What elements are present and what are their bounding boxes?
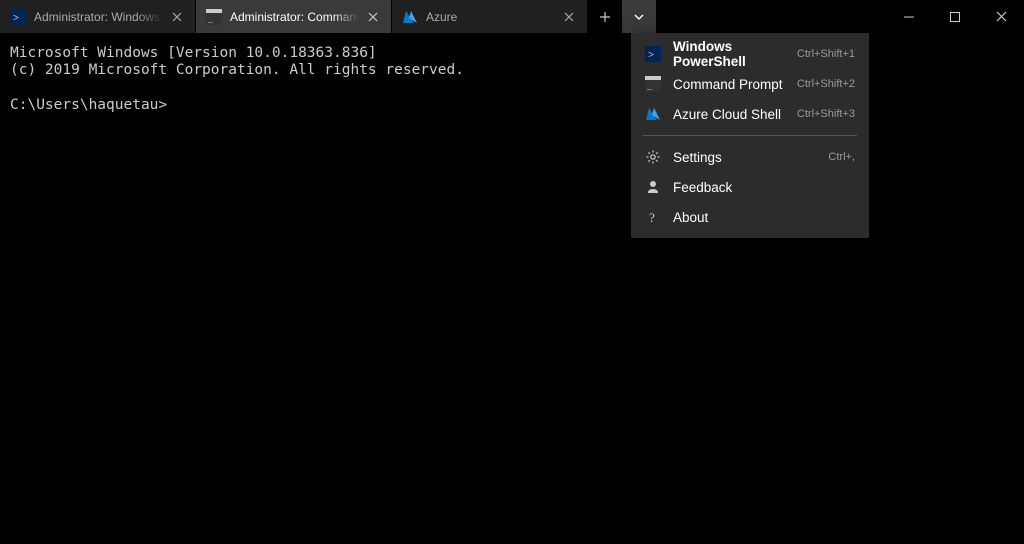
menu-shortcut: Ctrl+Shift+1 bbox=[797, 48, 855, 60]
gear-icon bbox=[645, 149, 661, 165]
tab-azure[interactable]: Azure bbox=[392, 0, 588, 33]
menu-label: Command Prompt bbox=[673, 77, 797, 92]
cmd-icon: _ bbox=[206, 9, 222, 25]
tab-title: Administrator: Command Prompt bbox=[230, 10, 359, 24]
svg-text:>: > bbox=[13, 12, 19, 24]
new-tab-button[interactable] bbox=[588, 0, 622, 33]
svg-text:_: _ bbox=[207, 14, 213, 24]
tab-powershell[interactable]: > Administrator: Windows PowerShell bbox=[0, 0, 196, 33]
powershell-icon: > bbox=[10, 9, 26, 25]
close-icon[interactable] bbox=[365, 9, 381, 25]
svg-text:>: > bbox=[648, 49, 654, 61]
svg-text:?: ? bbox=[649, 210, 655, 225]
tab-title: Administrator: Windows PowerShell bbox=[34, 10, 163, 24]
titlebar: > Administrator: Windows PowerShell _ Ad… bbox=[0, 0, 1024, 33]
terminal-prompt: C:\Users\haquetau> bbox=[10, 97, 167, 113]
menu-label: Windows PowerShell bbox=[673, 39, 797, 69]
tabbar-buttons bbox=[588, 0, 656, 33]
terminal-output[interactable]: Microsoft Windows [Version 10.0.18363.83… bbox=[0, 33, 1024, 127]
profile-powershell[interactable]: > Windows PowerShell Ctrl+Shift+1 bbox=[631, 39, 869, 69]
feedback-icon bbox=[645, 179, 661, 195]
menu-shortcut: Ctrl+Shift+3 bbox=[797, 108, 855, 120]
question-icon: ? bbox=[645, 209, 661, 225]
cmd-icon: _ bbox=[645, 76, 661, 92]
tabs: > Administrator: Windows PowerShell _ Ad… bbox=[0, 0, 588, 33]
azure-icon bbox=[402, 9, 418, 25]
profile-azure[interactable]: Azure Cloud Shell Ctrl+Shift+3 bbox=[631, 99, 869, 129]
menu-label: Feedback bbox=[673, 180, 855, 195]
maximize-button[interactable] bbox=[932, 0, 978, 33]
menu-label: Settings bbox=[673, 150, 828, 165]
close-icon[interactable] bbox=[169, 9, 185, 25]
new-tab-dropdown: > Windows PowerShell Ctrl+Shift+1 _ Comm… bbox=[631, 33, 869, 238]
tab-title: Azure bbox=[426, 10, 555, 24]
menu-shortcut: Ctrl+, bbox=[828, 151, 855, 163]
menu-label: Azure Cloud Shell bbox=[673, 107, 797, 122]
menu-about[interactable]: ? About bbox=[631, 202, 869, 232]
terminal-line: (c) 2019 Microsoft Corporation. All righ… bbox=[10, 62, 464, 78]
profile-cmd[interactable]: _ Command Prompt Ctrl+Shift+2 bbox=[631, 69, 869, 99]
tab-dropdown-button[interactable] bbox=[622, 0, 656, 33]
powershell-icon: > bbox=[645, 46, 661, 62]
azure-icon bbox=[645, 106, 661, 122]
minimize-button[interactable] bbox=[886, 0, 932, 33]
svg-text:_: _ bbox=[646, 81, 652, 91]
close-button[interactable] bbox=[978, 0, 1024, 33]
menu-separator bbox=[643, 135, 857, 136]
menu-feedback[interactable]: Feedback bbox=[631, 172, 869, 202]
terminal-line: Microsoft Windows [Version 10.0.18363.83… bbox=[10, 45, 377, 61]
close-icon[interactable] bbox=[561, 9, 577, 25]
menu-shortcut: Ctrl+Shift+2 bbox=[797, 78, 855, 90]
titlebar-drag-region[interactable] bbox=[656, 0, 886, 33]
menu-settings[interactable]: Settings Ctrl+, bbox=[631, 142, 869, 172]
window-controls bbox=[886, 0, 1024, 33]
menu-label: About bbox=[673, 210, 855, 225]
tab-cmd[interactable]: _ Administrator: Command Prompt bbox=[196, 0, 392, 33]
